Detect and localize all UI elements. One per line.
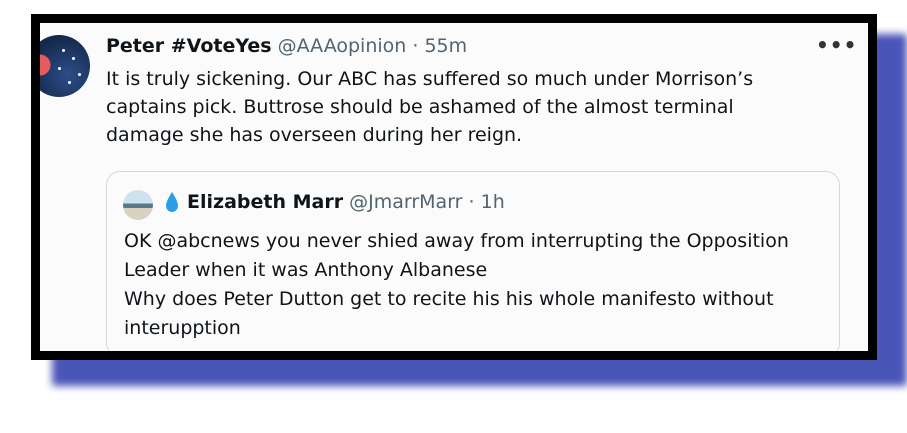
tweet-text: It is truly sickening. Our ABC has suffe… [106,65,826,149]
tweet-text-line: captains pick. Buttrose should be ashame… [106,96,734,118]
quoted-text-line: Why does Peter Dutton get to recite his … [124,288,774,310]
author-name[interactable]: Peter #VoteYes [106,35,272,57]
author-handle[interactable]: @AAAopinion [278,35,407,57]
tweet-card[interactable]: Peter #VoteYes @AAAopinion · 55m ••• It … [40,23,868,351]
quoted-author-handle[interactable]: @JmarrMarr [349,191,462,213]
quoted-text: OK @abcnews you never shied away from in… [124,227,834,343]
quoted-tweet[interactable]: Elizabeth Marr @JmarrMarr · 1h OK @abcne… [106,171,840,351]
quoted-author-avatar[interactable] [123,190,153,220]
more-icon[interactable]: ••• [816,33,857,57]
tweet-text-line: damage she has overseen during her reign… [106,124,523,146]
quoted-separator: · [468,191,475,213]
tweet-time[interactable]: 55m [424,35,467,57]
quoted-text-line: interupption [124,317,241,339]
quoted-text-line: Leader when it was Anthony Albanese [124,259,488,281]
header-separator: · [412,35,419,57]
quoted-text-line: OK @abcnews you never shied away from in… [124,230,789,252]
quoted-author-name[interactable]: Elizabeth Marr [187,191,343,213]
quoted-time[interactable]: 1h [481,191,505,213]
water-drop-icon [166,192,178,212]
author-avatar[interactable] [40,35,90,97]
quoted-header: Elizabeth Marr @JmarrMarr · 1h [187,191,505,213]
tweet-text-line: It is truly sickening. Our ABC has suffe… [106,68,754,90]
tweet-header: Peter #VoteYes @AAAopinion · 55m [106,35,467,57]
